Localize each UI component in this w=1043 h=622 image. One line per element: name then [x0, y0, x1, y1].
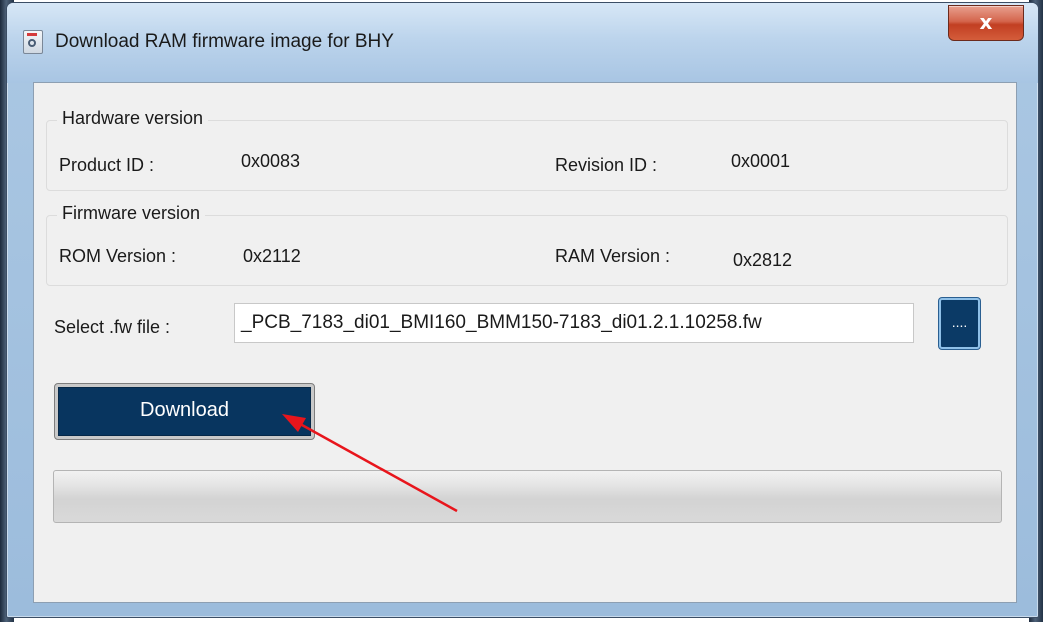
fw-file-path-field[interactable]: _PCB_7183_di01_BMI160_BMM150-7183_di01.2…	[234, 303, 914, 343]
rom-version-value: 0x2112	[243, 246, 301, 266]
window-title: Download RAM firmware image for BHY	[55, 31, 394, 52]
product-id-value: 0x0083	[241, 151, 301, 171]
close-button[interactable]: x	[948, 5, 1024, 41]
firmware-version-legend: Firmware version	[57, 203, 206, 224]
dialog-client-area: Hardware version Product ID : 0x0083 Rev…	[33, 82, 1017, 603]
firmware-version-group: Firmware version ROM Version : 0x2112 RA…	[46, 203, 1008, 286]
download-progress-bar	[53, 470, 1002, 523]
ram-version-value: 0x2812	[733, 250, 793, 270]
rom-version-label: ROM Version :	[59, 246, 177, 266]
hardware-version-legend: Hardware version	[57, 108, 209, 129]
app-icon[interactable]	[23, 30, 43, 54]
hardware-version-group: Hardware version Product ID : 0x0083 Rev…	[46, 108, 1008, 191]
product-id-label: Product ID :	[59, 155, 155, 175]
select-fw-file-label: Select .fw file :	[54, 317, 171, 337]
dialog-window: Download RAM firmware image for BHY x Ha…	[6, 2, 1039, 618]
download-button[interactable]: Download	[54, 383, 315, 440]
revision-id-value: 0x0001	[731, 151, 791, 171]
ram-version-label: RAM Version :	[555, 246, 671, 266]
title-bar[interactable]: Download RAM firmware image for BHY x	[7, 3, 1038, 83]
download-button-label: Download	[58, 387, 311, 436]
close-icon: x	[979, 10, 993, 34]
revision-id-label: Revision ID :	[555, 155, 658, 175]
browse-button-label: ....	[951, 314, 968, 330]
browse-file-button[interactable]: ....	[939, 298, 980, 349]
